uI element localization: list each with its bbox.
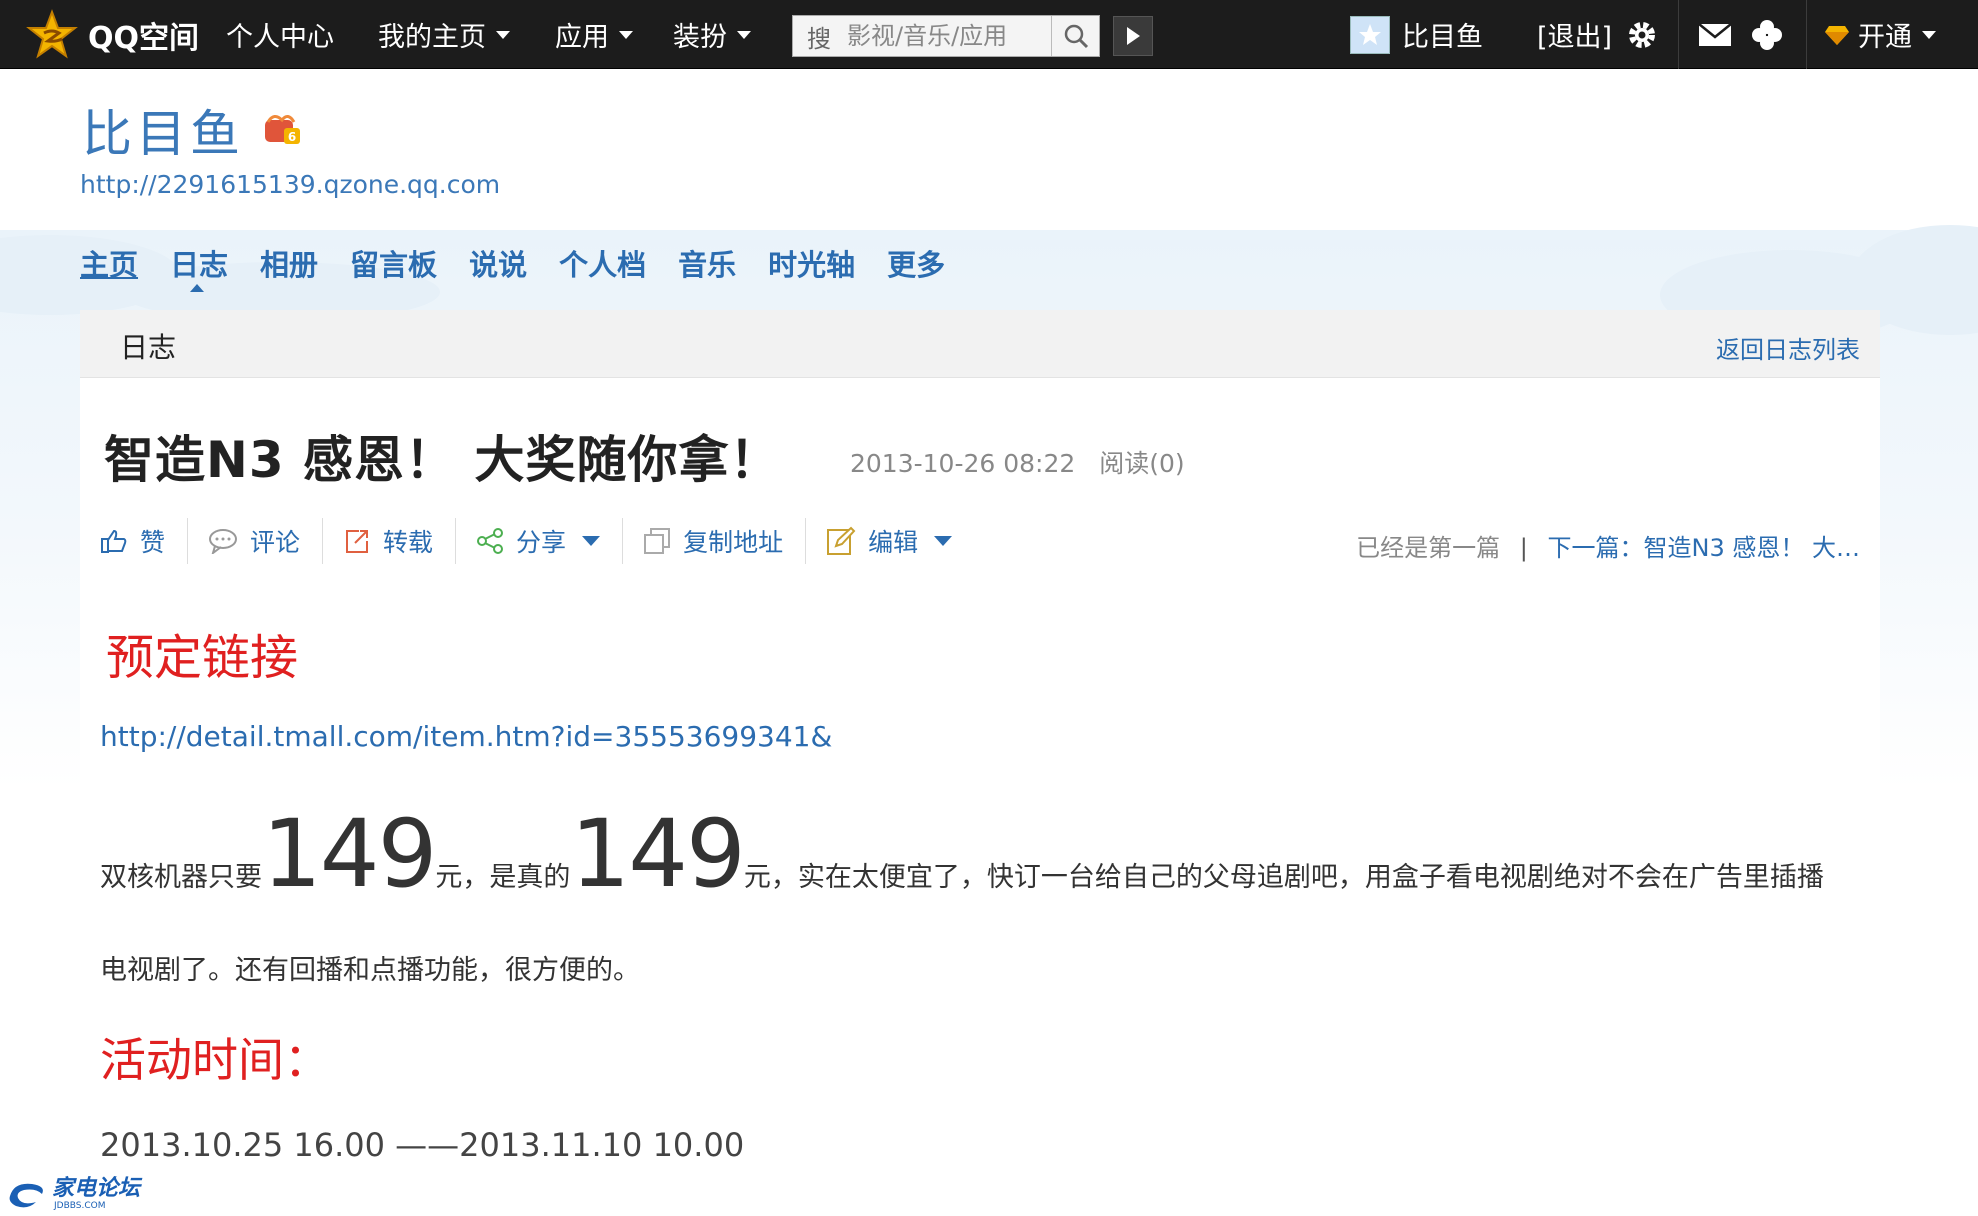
- search-label: 搜: [807, 24, 831, 53]
- copy-link-label: 复制地址: [683, 528, 784, 557]
- search-icon: [1064, 24, 1088, 49]
- qzone-logo-text[interactable]: QQ空间: [88, 0, 199, 69]
- price-number: 149: [570, 800, 745, 909]
- profile-name[interactable]: 比目鱼: [82, 94, 244, 166]
- next-article-link[interactable]: 下一篇：智造N3 感恩！ 大…: [1548, 534, 1860, 562]
- section-title: 日志: [120, 331, 177, 364]
- nav-personal-center[interactable]: 个人中心: [226, 0, 334, 69]
- article-pager: 已经是第一篇 | 下一篇：智造N3 感恩！ 大…: [1356, 528, 1860, 563]
- play-icon: [1127, 27, 1140, 45]
- watermark-sub: JDBBS.COM: [54, 1201, 106, 1211]
- gift-icon[interactable]: 6: [262, 110, 302, 146]
- para-text-3: 元，实在太便宜了，快订一台给自己的父母追剧吧，用盒子看电视剧绝对不会在广告里插播: [743, 862, 1824, 893]
- chevron-down-icon: [619, 30, 633, 39]
- clover-icon[interactable]: [1750, 18, 1784, 52]
- nav-decorate-label: 装扮: [673, 22, 727, 53]
- tab-blog[interactable]: 日志: [170, 242, 228, 292]
- svg-text:6: 6: [288, 130, 296, 144]
- comment-label: 评论: [250, 528, 301, 557]
- watermark: 家电论坛 JDBBS.COM: [6, 1178, 140, 1211]
- article-date: 2013-10-26 08:22: [850, 449, 1076, 478]
- repost-button[interactable]: 转载: [343, 518, 457, 564]
- copy-link-button[interactable]: 复制地址: [643, 518, 807, 564]
- divider: [1806, 0, 1807, 69]
- article-title: 智造N3 感恩！ 大奖随你拿！: [104, 431, 781, 489]
- article-toolbar: 赞 评论 转载 分享 复制地址 编辑: [100, 516, 994, 566]
- search-button[interactable]: [1051, 16, 1099, 56]
- share-label: 分享: [516, 528, 567, 557]
- tab-status[interactable]: 说说: [469, 242, 527, 282]
- profile-nav: 主页 日志 相册 留言板 说说 个人档 音乐 时光轴 更多: [80, 242, 977, 292]
- article-meta: 2013-10-26 08:22 阅读(0): [850, 444, 1185, 480]
- diamond-icon: [1825, 25, 1849, 45]
- article-paragraph: 双核机器只要149元，是真的149元，实在太便宜了，快订一台给自己的父母追剧吧，…: [100, 808, 1880, 902]
- search-box: 搜: [792, 15, 1100, 57]
- edit-label: 编辑: [868, 528, 919, 557]
- chevron-down-icon: [737, 30, 751, 39]
- settings-icon[interactable]: [1626, 19, 1658, 51]
- tab-album[interactable]: 相册: [260, 242, 318, 282]
- tmall-product-link[interactable]: http://detail.tmall.com/item.htm?id=3555…: [100, 720, 832, 753]
- edit-icon: [827, 526, 856, 555]
- pager-separator: |: [1519, 534, 1528, 562]
- nav-decorate[interactable]: 装扮: [673, 0, 751, 69]
- like-button[interactable]: 赞: [100, 518, 189, 564]
- comment-icon: [209, 529, 238, 554]
- search-input[interactable]: [831, 17, 1081, 55]
- nav-my-homepage[interactable]: 我的主页: [378, 0, 510, 69]
- chevron-down-icon[interactable]: [934, 536, 953, 546]
- watermark-text: 家电论坛: [52, 1176, 141, 1201]
- para-text-2: 元，是真的: [435, 862, 571, 893]
- play-button[interactable]: [1113, 16, 1153, 56]
- copy-icon: [644, 528, 671, 554]
- blog-card: 日志 返回日志列表 智造N3 感恩！ 大奖随你拿！ 2013-10-26 08:…: [80, 310, 1880, 1216]
- card-header: 日志 返回日志列表: [80, 310, 1880, 378]
- tab-music[interactable]: 音乐: [678, 242, 736, 282]
- comment-button[interactable]: 评论: [208, 518, 324, 564]
- avatar[interactable]: [1350, 16, 1390, 54]
- tab-message-board[interactable]: 留言板: [350, 242, 437, 282]
- heading-booking-link: 预定链接: [106, 630, 299, 686]
- share-button[interactable]: 分享: [476, 518, 624, 564]
- chevron-down-icon: [496, 30, 510, 39]
- divider: [1678, 0, 1679, 69]
- tab-timeline[interactable]: 时光轴: [768, 242, 855, 282]
- open-service-menu[interactable]: 开通: [1824, 0, 1936, 69]
- heading-event-time: 活动时间：: [100, 1033, 330, 1087]
- nav-apps[interactable]: 应用: [555, 0, 633, 69]
- tab-profile[interactable]: 个人档: [559, 242, 646, 282]
- forum-logo-icon: [9, 1183, 43, 1207]
- repost-label: 转载: [383, 528, 434, 557]
- open-service-label: 开通: [1858, 22, 1912, 53]
- pager-first: 已经是第一篇: [1356, 534, 1501, 562]
- tab-home[interactable]: 主页: [80, 242, 138, 282]
- repost-icon: [346, 530, 369, 553]
- avatar-star-icon: [1359, 24, 1381, 45]
- top-bar: QQ空间 个人中心 我的主页 应用 装扮 搜 比目鱼 [退出]: [0, 0, 1978, 69]
- nav-my-homepage-label: 我的主页: [378, 22, 486, 53]
- article-reads: 阅读(0): [1099, 449, 1185, 478]
- chevron-down-icon: [1922, 30, 1936, 39]
- logout-link[interactable]: [退出]: [1537, 0, 1612, 69]
- article-paragraph-line2: 电视剧了。还有回播和点播功能，很方便的。: [100, 955, 640, 986]
- qq-star-icon[interactable]: [26, 9, 78, 61]
- event-date-range: 2013.10.25 16.00 ——2013.11.10 10.00: [100, 1126, 745, 1164]
- para-text-1: 双核机器只要: [100, 862, 262, 893]
- username-link[interactable]: 比目鱼: [1402, 0, 1483, 69]
- nav-apps-label: 应用: [555, 22, 609, 53]
- thumbs-up-icon: [101, 529, 127, 553]
- chevron-down-icon[interactable]: [582, 536, 601, 546]
- price-number: 149: [262, 800, 437, 909]
- back-to-list-link[interactable]: 返回日志列表: [1716, 330, 1860, 365]
- share-icon: [477, 528, 504, 554]
- profile-url[interactable]: http://2291615139.qzone.qq.com: [80, 170, 500, 199]
- mail-icon[interactable]: [1698, 23, 1732, 47]
- like-label: 赞: [140, 528, 166, 557]
- edit-button[interactable]: 编辑: [826, 518, 974, 564]
- tab-more[interactable]: 更多: [887, 242, 945, 282]
